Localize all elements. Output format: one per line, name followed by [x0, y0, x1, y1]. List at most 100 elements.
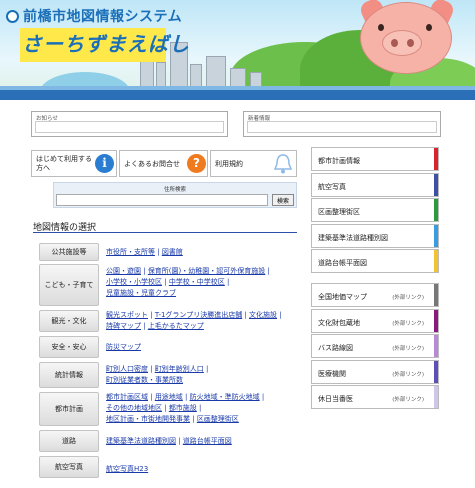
- map-layer-link[interactable]: 公園・遊園: [106, 267, 141, 275]
- link-separator: |: [148, 393, 155, 401]
- category-button[interactable]: 統計情報: [39, 362, 99, 388]
- map-layer-link[interactable]: その他の地域地区: [106, 404, 162, 412]
- header-banner: 前橋市地図情報システム さーちずまえばし: [0, 0, 475, 100]
- category-link-list: 観光スポット | T-1グランプリ決勝進出店舗 | 文化施設 | 詩碑マップ | …: [106, 310, 296, 332]
- right-menu-item[interactable]: 区画整理街区: [311, 198, 439, 222]
- map-layer-link[interactable]: 航空写真H23: [106, 465, 148, 473]
- external-link-note: (外部リンク): [392, 371, 424, 378]
- search-button[interactable]: 検索: [272, 194, 294, 206]
- link-separator: |: [203, 365, 209, 373]
- category-link-list: 町別人口密度 | 町別年齢別人口 | 町別従業者数・事業所数: [106, 364, 296, 386]
- map-layer-link[interactable]: 町別人口密度: [106, 365, 148, 373]
- map-layer-link[interactable]: 図書館: [162, 248, 183, 256]
- external-link-note: (外部リンク): [392, 346, 424, 352]
- color-accent-bar: [434, 284, 438, 306]
- first-time-guide-button[interactable]: はじめて利用する方へ i: [31, 150, 117, 177]
- bell-icon: [273, 153, 293, 177]
- map-layer-link[interactable]: 防災マップ: [106, 343, 141, 351]
- right-menu-item[interactable]: 休日当番医 (外部リンク): [311, 385, 439, 409]
- link-separator: |: [162, 278, 169, 286]
- link-separator: |: [277, 311, 282, 319]
- river-illustration: [0, 90, 475, 100]
- address-search-panel: 住所検索 検索: [53, 182, 297, 208]
- right-menu-item[interactable]: 全国地価マップ (外部リンク): [311, 283, 439, 307]
- map-layer-link[interactable]: 詩碑マップ: [106, 322, 141, 330]
- link-separator: |: [190, 415, 197, 423]
- right-menu-item[interactable]: 文化財包蔵地 (外部リンク): [311, 308, 439, 333]
- external-link-note: (外部リンク): [392, 320, 424, 327]
- category-link-list: 市役所・支所等 | 図書館: [106, 247, 296, 258]
- category-button[interactable]: こども・子育て: [39, 264, 99, 306]
- right-menu-label: 全国地価マップ: [318, 293, 367, 301]
- right-menu-item[interactable]: 道路台帳平面図: [311, 249, 439, 273]
- right-menu-label: 道路台帳平面図: [318, 259, 367, 267]
- right-menu-label: 都市計画情報: [318, 157, 360, 165]
- right-menu-label: 区画整理街区: [318, 208, 360, 216]
- map-layer-link[interactable]: 都市施設: [169, 404, 197, 412]
- map-layer-link[interactable]: 都市計画区域: [106, 393, 148, 401]
- map-layer-link[interactable]: 地区計画・市街地開発事業: [106, 415, 190, 423]
- category-link-list: 建築基準法道路種別図 | 道路台帳平面図: [106, 436, 296, 447]
- link-separator: |: [196, 404, 202, 412]
- notice-content: [35, 121, 224, 133]
- color-accent-bar: [434, 309, 438, 332]
- right-menu-item[interactable]: 航空写真: [311, 172, 439, 197]
- system-title: 前橋市地図情報システム: [23, 9, 183, 25]
- terms-button[interactable]: 利用規約: [210, 150, 297, 177]
- category-button[interactable]: 道路: [39, 430, 99, 452]
- color-accent-bar: [434, 386, 438, 408]
- category-button[interactable]: 公共施設等: [39, 243, 99, 261]
- faq-button[interactable]: よくあるお問合せ ?: [119, 150, 208, 177]
- map-layer-link[interactable]: 建築基準法道路種別図: [106, 437, 176, 445]
- terms-label: 利用規約: [215, 160, 243, 168]
- map-layer-link[interactable]: 町別年齢別人口: [155, 365, 204, 373]
- new-info-content: [247, 121, 437, 133]
- address-search-input[interactable]: [56, 194, 268, 206]
- right-menu-item[interactable]: 建築基準法道路種別図: [311, 223, 439, 248]
- color-accent-bar: [434, 173, 438, 196]
- question-icon: ?: [187, 154, 206, 173]
- right-menu-label: 医療機関: [318, 369, 346, 378]
- right-menu-label: 文化財包蔵地: [318, 318, 360, 327]
- pig-eye-left: [378, 24, 384, 31]
- map-layer-link[interactable]: 観光スポット: [106, 311, 148, 319]
- map-layer-link[interactable]: 用途地域: [155, 393, 183, 401]
- link-separator: |: [259, 393, 265, 401]
- category-button[interactable]: 都市計画: [39, 392, 99, 426]
- title-underline: [33, 232, 297, 233]
- color-accent-bar: [434, 335, 438, 357]
- color-accent-bar: [434, 360, 438, 383]
- map-layer-link[interactable]: 防火地域・準防火地域: [190, 393, 260, 401]
- map-layer-link[interactable]: 道路台帳平面図: [183, 437, 232, 445]
- category-link-list: 航空写真H23: [106, 464, 296, 475]
- right-menu-item[interactable]: 都市計画情報: [311, 147, 439, 171]
- map-layer-link[interactable]: 文化施設: [249, 311, 277, 319]
- map-layer-link[interactable]: T-1グランプリ決勝進出店舗: [155, 311, 242, 319]
- right-menu-label: 休日当番医: [318, 395, 353, 403]
- map-layer-link[interactable]: 小学校・小学校区: [106, 278, 162, 286]
- notice-panel: お知らせ: [31, 111, 228, 137]
- category-link-list: 都市計画区域 | 用途地域 | 防火地域・準防火地域 | その他の地域地区 | 都…: [106, 392, 296, 425]
- site-logo[interactable]: さーちずまえばし: [22, 28, 190, 57]
- first-time-label: はじめて利用する方へ: [36, 155, 92, 172]
- map-layer-link[interactable]: 児童施設・児童クラブ: [106, 289, 176, 297]
- link-separator: |: [162, 404, 169, 412]
- map-layer-link[interactable]: 市役所・支所等: [106, 248, 155, 256]
- category-button[interactable]: 航空写真: [39, 456, 99, 478]
- map-layer-link[interactable]: 上毛かるたマップ: [148, 322, 204, 330]
- link-separator: |: [242, 311, 250, 319]
- faq-label: よくあるお問合せ: [124, 160, 180, 168]
- map-layer-link[interactable]: 保育所(園)・幼稚園・認可外保育施設: [148, 267, 265, 275]
- right-menu-item[interactable]: 医療機関 (外部リンク): [311, 359, 439, 384]
- map-layer-link[interactable]: 町別従業者数・事業所数: [106, 376, 183, 384]
- map-layer-link[interactable]: 中学校・中学校区: [169, 278, 225, 286]
- category-button[interactable]: 観光・文化: [39, 310, 99, 332]
- map-layer-link[interactable]: 区画整理街区: [197, 415, 239, 423]
- pig-eye-right: [426, 24, 432, 31]
- right-menu-label: 建築基準法道路種別図: [318, 233, 388, 242]
- category-button[interactable]: 安全・安心: [39, 336, 99, 358]
- link-separator: |: [148, 365, 155, 373]
- link-separator: |: [155, 248, 162, 256]
- link-separator: |: [224, 278, 230, 286]
- right-menu-item[interactable]: バス路線図 (外部リンク): [311, 334, 439, 358]
